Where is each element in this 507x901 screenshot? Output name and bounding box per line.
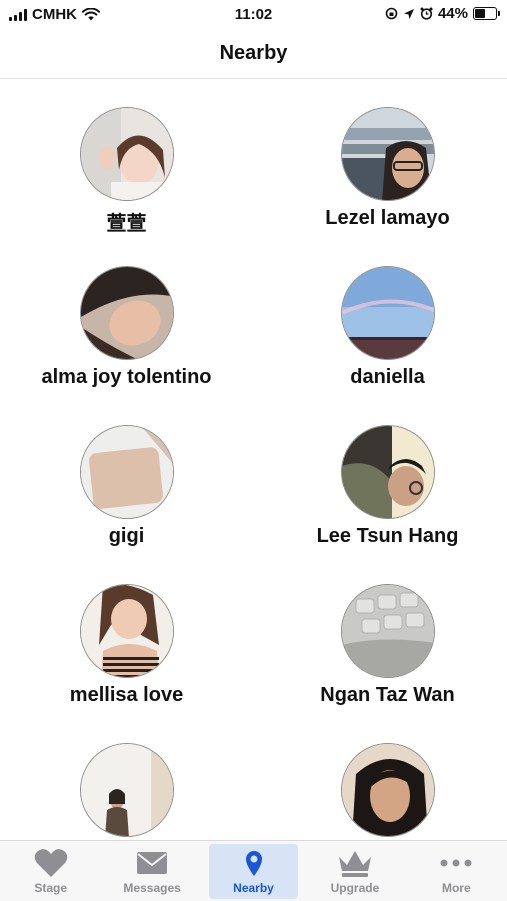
tab-label: Stage [34,881,68,895]
tab-label: More [441,881,471,895]
tab-label: Upgrade [330,881,380,895]
user-avatar[interactable] [340,266,435,360]
tab-upgrade[interactable]: Upgrade [304,841,405,901]
user-avatar[interactable] [340,584,435,678]
location-arrow-icon [403,8,414,19]
user-name: Lezel lamayo [325,207,450,229]
user-card[interactable]: mellisa love [0,584,253,707]
alarm-icon [420,7,433,20]
user-card[interactable]: gigi [0,425,253,548]
tab-messages[interactable]: Messages [101,841,202,901]
location-pin-icon [203,845,304,881]
battery-fill [475,9,485,18]
user-name: Ngan Taz Wan [320,684,455,706]
tab-label: Messages [123,881,181,895]
user-avatar[interactable] [340,107,435,201]
user-avatar[interactable] [79,107,174,201]
user-name: 萱萱 [106,213,147,235]
user-name: alma joy tolentino [41,366,212,388]
user-name: daniella [350,366,425,388]
user-card[interactable]: 萱萱 [0,107,253,236]
status-right: 44% [385,5,500,22]
user-card[interactable]: daniella [261,266,507,389]
tab-more[interactable]: More [406,841,507,901]
user-name: mellisa love [69,684,184,706]
orientation-lock-icon [385,7,398,20]
user-avatar[interactable] [340,743,435,837]
user-card[interactable]: Lee Tsun Hang [261,425,507,548]
tab-bar: Stage Messages Nearby Upgrade More [0,840,507,901]
user-avatar[interactable] [79,743,174,837]
battery-icon [473,7,500,20]
envelope-icon [101,845,202,881]
nav-bar: Nearby [0,30,507,79]
status-bar: CMHK 11:02 44% [0,0,507,30]
user-card[interactable] [0,743,253,840]
page-title: Nearby [219,42,288,64]
user-avatar[interactable] [79,425,174,519]
user-avatar[interactable] [340,425,435,519]
battery-percent: 44% [437,5,468,22]
more-dots-icon [406,845,507,881]
user-avatar[interactable] [79,584,174,678]
nearby-user-grid[interactable]: 萱萱 Lezel lamayo alma joy tolentino danie… [0,79,507,840]
tab-stage[interactable]: Stage [0,841,101,901]
user-name: Lee Tsun Hang [316,525,459,547]
heart-icon [0,845,101,881]
user-card[interactable]: Lezel lamayo [261,107,507,230]
user-card[interactable]: alma joy tolentino [0,266,253,389]
tab-label: Nearby [233,881,274,895]
user-name: gigi [108,525,145,547]
user-card[interactable]: Ngan Taz Wan [261,584,507,707]
crown-icon [304,845,405,881]
tab-nearby[interactable]: Nearby [203,841,304,901]
user-card[interactable] [261,743,507,840]
user-avatar[interactable] [79,266,174,360]
